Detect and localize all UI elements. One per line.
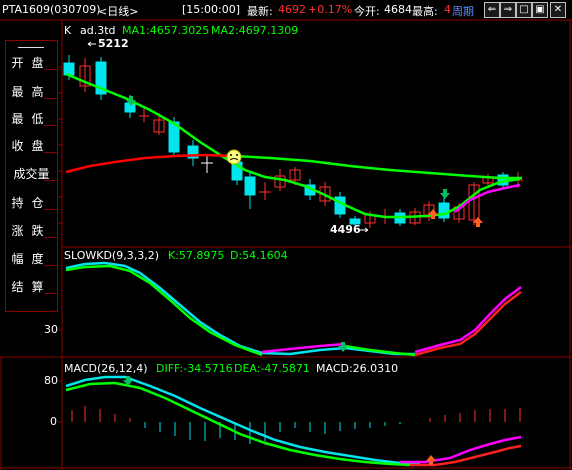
macd-diff-label: DIFF:-34.5716 [156, 362, 233, 375]
candles [63, 55, 523, 229]
kd-d-label: D:54.1604 [230, 249, 288, 262]
kline-ticks [58, 66, 62, 224]
ma1-line [65, 72, 521, 219]
quote-side-panel: 开盘 最高 最低 收盘 成交量 持仓 涨跌 幅度 结算 [5, 40, 58, 312]
macd-histogram [71, 406, 521, 444]
macd-axis-80: 80 [44, 374, 58, 387]
kd-axis-30: 30 [44, 323, 58, 336]
low-annotation: 4496 [330, 223, 361, 236]
high-annotation: 5212 [98, 37, 129, 50]
kd-k-line [65, 261, 415, 356]
ma2-label: MA2:4697.1309 [211, 24, 299, 37]
down-arrow-icon [440, 189, 450, 199]
kline-header-k: K [64, 24, 72, 37]
smiley-icon [226, 149, 242, 165]
candle [244, 172, 256, 209]
kd-rise-magenta [414, 286, 522, 354]
ma1-magenta-segment [454, 183, 521, 213]
candle [201, 156, 213, 173]
candle [438, 197, 450, 222]
ma1-label: MA1:4657.3025 [122, 24, 210, 37]
macd-header-name: MACD(26,12,4) [64, 362, 148, 375]
macd-value-label: MACD:26.0310 [316, 362, 399, 375]
kline-header-name: ad.3td [80, 24, 116, 37]
ma2-green-segment [234, 154, 522, 180]
candle [95, 57, 107, 100]
candle [259, 182, 271, 200]
high-annotation-arrow [87, 41, 96, 47]
candle [187, 140, 199, 166]
kd-header-name: SLOWKD(9,3,3,2) [64, 249, 160, 262]
kd-k-label: K:57.8975 [168, 249, 225, 262]
kd-rise-red [414, 291, 522, 357]
macd-axis-0: 0 [50, 415, 57, 428]
chart-canvas [0, 19, 572, 470]
up-arrow-icon [426, 455, 436, 465]
macd-dea-label: DEA:-47.5871 [234, 362, 310, 375]
candle [79, 58, 91, 92]
macd-diff-line [65, 375, 421, 466]
